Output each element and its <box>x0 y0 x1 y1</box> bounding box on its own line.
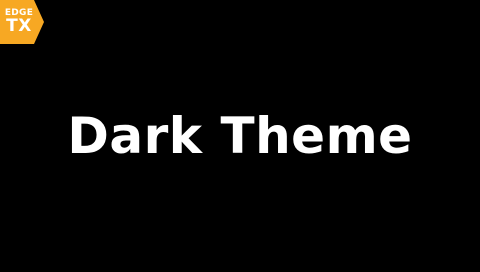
theme-preview-screen: EDGE TX Dark Theme <box>0 0 480 272</box>
edgetx-logo-icon: EDGE TX <box>0 0 44 44</box>
theme-name-title: Dark Theme <box>67 107 413 165</box>
logo-text-tx: TX <box>6 16 32 36</box>
